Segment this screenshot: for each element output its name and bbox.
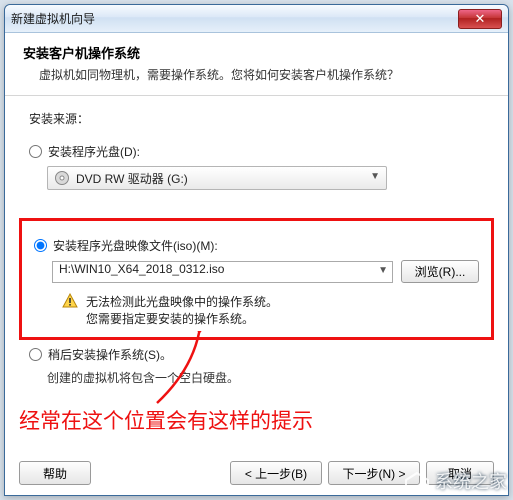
iso-warning: 无法检测此光盘映像中的操作系统。 您需要指定要安装的操作系统。	[62, 293, 479, 327]
radio-installer-disc[interactable]	[29, 145, 42, 158]
close-icon: ✕	[475, 12, 486, 25]
header-title: 安装客户机操作系统	[23, 43, 492, 62]
chevron-down-icon: ▼	[370, 171, 380, 182]
iso-path-combobox[interactable]: H:\WIN10_X64_2018_0312.iso ▼	[52, 261, 393, 283]
option-install-later[interactable]: 稍后安装操作系统(S)。	[29, 346, 484, 363]
header-subtitle: 虚拟机如同物理机，需要操作系统。您将如何安装客户机操作系统？	[39, 66, 492, 83]
wizard-body: 安装来源： 安装程序光盘(D): DVD RW 驱动器 (G:) ▼ 安装程序光…	[5, 96, 508, 386]
option-later-sub: 创建的虚拟机将包含一个空白硬盘。	[47, 369, 484, 386]
wizard-footer: 帮助 < 上一步(B) 下一步(N) > 取消	[5, 461, 508, 485]
option-later-label: 稍后安装操作系统(S)。	[48, 346, 172, 363]
annotation-highlight-box: 安装程序光盘映像文件(iso)(M): H:\WIN10_X64_2018_03…	[19, 218, 494, 340]
help-button[interactable]: 帮助	[19, 461, 91, 485]
window-title: 新建虚拟机向导	[11, 10, 458, 27]
warning-line2: 您需要指定要安装的操作系统。	[86, 310, 278, 327]
back-button[interactable]: < 上一步(B)	[230, 461, 322, 485]
radio-install-later[interactable]	[29, 348, 42, 361]
iso-path-value: H:\WIN10_X64_2018_0312.iso	[59, 262, 224, 276]
cancel-button[interactable]: 取消	[426, 461, 494, 485]
radio-iso-file[interactable]	[34, 239, 47, 252]
option-installer-disc[interactable]: 安装程序光盘(D):	[29, 143, 484, 160]
option-iso-file[interactable]: 安装程序光盘映像文件(iso)(M):	[34, 237, 479, 254]
browse-button[interactable]: 浏览(R)...	[401, 260, 479, 283]
wizard-window: 新建虚拟机向导 ✕ 安装客户机操作系统 虚拟机如同物理机，需要操作系统。您将如何…	[4, 4, 509, 496]
option-iso-label: 安装程序光盘映像文件(iso)(M):	[53, 237, 218, 254]
chevron-down-icon: ▼	[378, 265, 388, 276]
annotation-text: 经常在这个位置会有这样的提示	[19, 405, 313, 435]
warning-line1: 无法检测此光盘映像中的操作系统。	[86, 293, 278, 310]
close-button[interactable]: ✕	[458, 9, 502, 29]
option-disc-label: 安装程序光盘(D):	[48, 143, 140, 160]
titlebar: 新建虚拟机向导 ✕	[5, 5, 508, 33]
warning-text: 无法检测此光盘映像中的操作系统。 您需要指定要安装的操作系统。	[86, 293, 278, 327]
next-button[interactable]: 下一步(N) >	[328, 461, 420, 485]
cd-drive-icon	[54, 170, 70, 186]
drive-dropdown[interactable]: DVD RW 驱动器 (G:) ▼	[47, 166, 387, 190]
wizard-header: 安装客户机操作系统 虚拟机如同物理机，需要操作系统。您将如何安装客户机操作系统？	[5, 33, 508, 96]
drive-text: DVD RW 驱动器 (G:)	[76, 170, 188, 187]
install-source-label: 安装来源：	[29, 110, 484, 127]
warning-icon	[62, 293, 78, 309]
